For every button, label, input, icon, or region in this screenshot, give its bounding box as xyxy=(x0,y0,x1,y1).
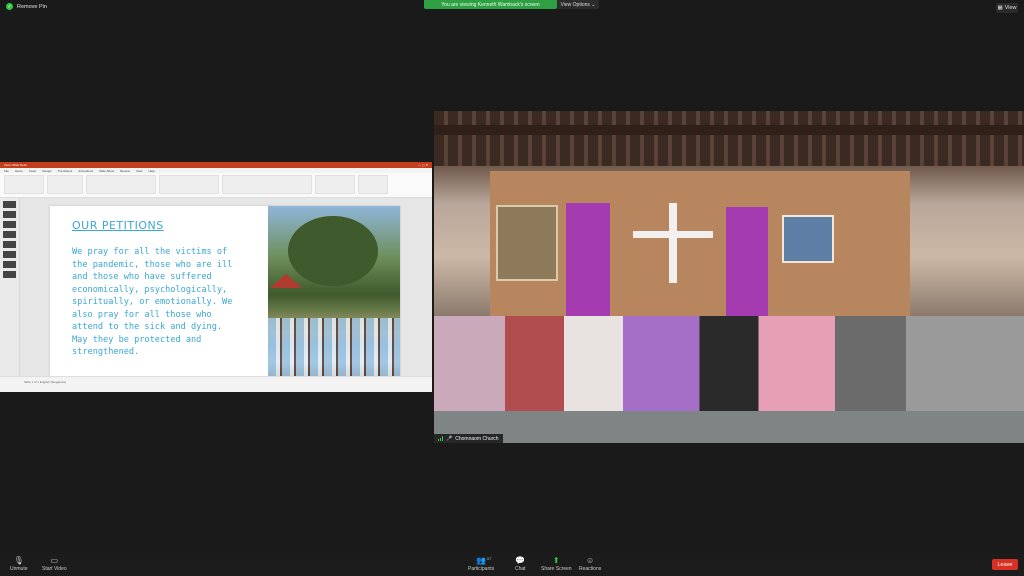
cross-horizontal xyxy=(633,231,713,238)
view-label: View xyxy=(1004,5,1017,11)
meeting-toolbar: 🎙 Unmute ▭ Start Video 👥 Participants 57… xyxy=(0,554,1024,576)
menu-slide-show: Slide Show xyxy=(99,168,115,173)
saint-painting xyxy=(496,205,558,281)
ribbon-group-slides xyxy=(47,175,83,194)
menu-help: Help xyxy=(148,168,155,173)
slide-body-text: We pray for all the victims of the pande… xyxy=(72,247,233,357)
share-screen-label: Share Screen xyxy=(541,566,572,572)
grid-icon: ▦ xyxy=(997,5,1003,11)
ribbon-group-designer xyxy=(358,175,388,194)
chat-button[interactable]: 💬 Chat xyxy=(515,556,526,572)
slide-heading: OUR PETITIONS xyxy=(72,219,164,232)
menu-home: Home xyxy=(14,168,23,173)
reactions-button[interactable]: ☺ Reactions xyxy=(579,556,601,572)
thumbnail xyxy=(3,221,16,228)
thumbnail xyxy=(3,261,16,268)
remove-pin-label: Remove Pin xyxy=(17,3,47,10)
video-off-icon: ▭ xyxy=(50,556,59,565)
share-screen-icon: ⬆ xyxy=(552,556,560,565)
menu-view: View xyxy=(135,168,143,173)
chat-icon: 💬 xyxy=(515,556,526,565)
crowd-shape xyxy=(268,318,400,376)
menu-file: File xyxy=(4,168,9,173)
ribbon-group-paragraph xyxy=(159,175,219,194)
unmute-button[interactable]: 🎙 Unmute xyxy=(10,556,28,572)
ribbon-group-drawing xyxy=(222,175,312,194)
view-options-button[interactable]: View Options ⌄ xyxy=(557,0,599,9)
chat-label: Chat xyxy=(515,566,526,572)
reactions-label: Reactions xyxy=(579,566,602,572)
participants-label: Participants xyxy=(468,566,495,572)
thumbnail xyxy=(3,211,16,218)
menu-transitions: Transitions xyxy=(57,168,73,173)
slide-photo xyxy=(268,206,400,376)
signal-icon xyxy=(438,436,443,441)
participant-name: Chomnaom Church xyxy=(455,435,499,442)
ribbon-group-font xyxy=(86,175,156,194)
unmute-label: Unmute xyxy=(10,566,28,572)
screen-share-banner: You are viewing Kenneth Wamback's screen xyxy=(424,0,557,9)
reactions-icon: ☺ xyxy=(586,556,595,565)
shared-screen: Zoom Slide Deck — ▢ ✕ File Home Insert D… xyxy=(0,162,432,392)
participants-icon: 👥 xyxy=(476,556,487,565)
ceiling-beam xyxy=(434,125,1024,135)
menu-insert: Insert xyxy=(28,168,37,173)
participant-video: 🎤 Chomnaom Church xyxy=(434,111,1024,443)
slide-canvas: OUR PETITIONS We pray for all the victim… xyxy=(20,198,432,376)
participants-count: 57 xyxy=(487,556,492,561)
thumbnail xyxy=(3,201,16,208)
thumbnail xyxy=(3,231,16,238)
start-video-label: Start Video xyxy=(42,566,67,572)
menu-animations: Animations xyxy=(78,168,94,173)
thumbnail xyxy=(3,271,16,278)
share-screen-button[interactable]: ⬆ Share Screen xyxy=(541,556,572,572)
purple-banner-left xyxy=(566,203,610,323)
roof-shape xyxy=(270,274,302,288)
thumbnail xyxy=(3,251,16,258)
mic-muted-icon: 🎤 xyxy=(446,435,453,442)
thumbnail xyxy=(3,241,16,248)
ribbon-group-editing xyxy=(315,175,355,194)
microphone-muted-icon: 🎙 xyxy=(13,556,24,565)
calvary-picture xyxy=(782,215,834,263)
cross-vertical xyxy=(669,203,677,283)
slide-thumbnails xyxy=(0,198,20,386)
menu-review: Review xyxy=(120,168,130,173)
slide: OUR PETITIONS We pray for all the victim… xyxy=(50,206,400,376)
ribbon-group-clipboard xyxy=(4,175,44,194)
menu-design: Design xyxy=(42,168,52,173)
powerpoint-body: OUR PETITIONS We pray for all the victim… xyxy=(0,198,432,386)
app-title: Zoom Slide Deck xyxy=(4,163,27,167)
powerpoint-status-bar: Slide 1 of 1 English (Singapore) xyxy=(0,376,432,386)
window-controls-icon: — ▢ ✕ xyxy=(417,163,428,167)
pin-icon: ✓ xyxy=(6,3,13,10)
top-bar: ✓ Remove Pin You are viewing Kenneth Wam… xyxy=(0,0,1024,16)
participant-name-tag: 🎤 Chomnaom Church xyxy=(434,434,503,443)
leave-button[interactable]: Leave xyxy=(992,559,1018,570)
floor xyxy=(434,411,1024,443)
powerpoint-ribbon xyxy=(0,173,432,198)
remove-pin-control[interactable]: ✓ Remove Pin xyxy=(6,3,47,10)
ceiling xyxy=(434,111,1024,166)
purple-banner-right xyxy=(726,207,768,325)
view-button[interactable]: ▦ View xyxy=(996,3,1018,13)
start-video-button[interactable]: ▭ Start Video xyxy=(42,556,67,572)
